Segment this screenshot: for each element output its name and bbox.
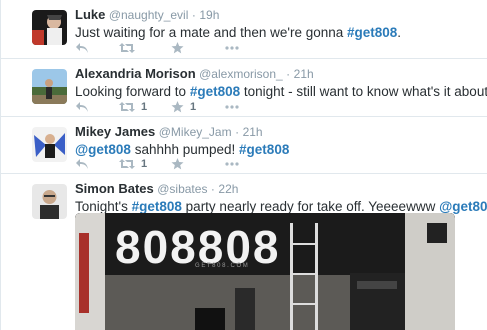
- favorite-button[interactable]: 1: [171, 101, 225, 113]
- more-button[interactable]: [225, 46, 239, 50]
- text-run: tonight - still want to know what's it a…: [240, 84, 487, 99]
- author-name[interactable]: Simon Bates: [75, 181, 154, 196]
- star-icon: [171, 101, 184, 113]
- tweet-timestamp[interactable]: 21h: [243, 125, 263, 139]
- tweet-text: Just waiting for a mate and then we're g…: [75, 24, 479, 41]
- hashtag-link[interactable]: #get808: [239, 142, 289, 157]
- tweet-header: Simon Bates @sibates · 22h: [75, 181, 479, 197]
- avatar[interactable]: [32, 69, 67, 104]
- hashtag-link[interactable]: #get808: [132, 199, 182, 214]
- author-name[interactable]: Alexandria Morison: [75, 66, 196, 81]
- retweet-icon: [119, 101, 135, 113]
- retweet-icon: [119, 158, 135, 170]
- mention-link[interactable]: @get808: [439, 199, 487, 214]
- more-icon: [225, 162, 239, 166]
- favorite-count: 1: [190, 101, 197, 113]
- reply-button[interactable]: [75, 42, 119, 54]
- tweet: Simon Bates @sibates · 22h Tonight's #ge…: [1, 174, 487, 330]
- retweet-button[interactable]: 1: [119, 158, 171, 170]
- author-handle[interactable]: @sibates: [157, 182, 207, 196]
- separator-dot: ·: [235, 125, 240, 139]
- retweet-button[interactable]: [119, 42, 171, 54]
- avatar[interactable]: [32, 184, 67, 219]
- reply-button[interactable]: [75, 101, 119, 113]
- tweet-timeline: Luke @naughty_evil · 19h Just waiting fo…: [0, 0, 487, 330]
- more-icon: [225, 105, 239, 109]
- text-run: Just waiting for a mate and then we're g…: [75, 25, 347, 40]
- reply-icon: [75, 101, 89, 113]
- tweet-timestamp[interactable]: 19h: [199, 8, 219, 22]
- tweet: Alexandria Morison @alexmorison_ · 21h L…: [1, 59, 487, 117]
- text-run: Tonight's: [75, 199, 132, 214]
- favorite-button[interactable]: [171, 158, 225, 170]
- star-icon: [171, 158, 184, 170]
- separator-dot: ·: [210, 182, 215, 196]
- author-handle[interactable]: @naughty_evil: [109, 8, 189, 22]
- more-button[interactable]: [225, 105, 239, 109]
- tweet-text: Looking forward to #get808 tonight - sti…: [75, 83, 487, 100]
- tweet-actions: [75, 40, 239, 56]
- text-run: party nearly ready for take off. Yeeeeww…: [181, 199, 440, 214]
- star-icon: [171, 42, 184, 54]
- text-run: sahhhh pumped!: [130, 142, 240, 157]
- tweet-header: Mikey James @Mikey_Jam · 21h: [75, 124, 479, 140]
- retweet-icon: [119, 42, 135, 54]
- avatar[interactable]: [32, 10, 67, 45]
- more-icon: [225, 46, 239, 50]
- retweet-button[interactable]: 1: [119, 101, 171, 113]
- tweet-header: Alexandria Morison @alexmorison_ · 21h: [75, 66, 479, 82]
- author-name[interactable]: Luke: [75, 7, 105, 22]
- hashtag-link[interactable]: #get808: [347, 25, 397, 40]
- tweet-timestamp[interactable]: 22h: [218, 182, 238, 196]
- retweet-count: 1: [141, 158, 148, 170]
- reply-icon: [75, 158, 89, 170]
- hashtag-link[interactable]: #get808: [190, 84, 240, 99]
- photo-small-text: G E T 8 0 8 . C O M: [195, 263, 248, 269]
- tweet-photo[interactable]: 808808 G E T 8 0 8 . C O M: [75, 213, 455, 330]
- retweet-count: 1: [141, 101, 148, 113]
- more-button[interactable]: [225, 162, 239, 166]
- mention-link[interactable]: @get808: [75, 142, 131, 157]
- author-name[interactable]: Mikey James: [75, 124, 155, 139]
- text-run: Looking forward to: [75, 84, 190, 99]
- tweet-timestamp[interactable]: 21h: [294, 67, 314, 81]
- reply-icon: [75, 42, 89, 54]
- tweet-header: Luke @naughty_evil · 19h: [75, 7, 479, 23]
- avatar[interactable]: [32, 127, 67, 162]
- tweet-actions: 1 1: [75, 99, 239, 115]
- author-handle[interactable]: @alexmorison_: [199, 67, 283, 81]
- text-run: .: [397, 25, 402, 40]
- separator-dot: ·: [191, 8, 196, 22]
- tweet: Luke @naughty_evil · 19h Just waiting fo…: [1, 0, 487, 59]
- author-handle[interactable]: @Mikey_Jam: [159, 125, 232, 139]
- reply-button[interactable]: [75, 158, 119, 170]
- favorite-button[interactable]: [171, 42, 225, 54]
- tweet: Mikey James @Mikey_Jam · 21h @get808 sah…: [1, 117, 487, 174]
- separator-dot: ·: [286, 67, 291, 81]
- tweet-actions: 1: [75, 156, 239, 172]
